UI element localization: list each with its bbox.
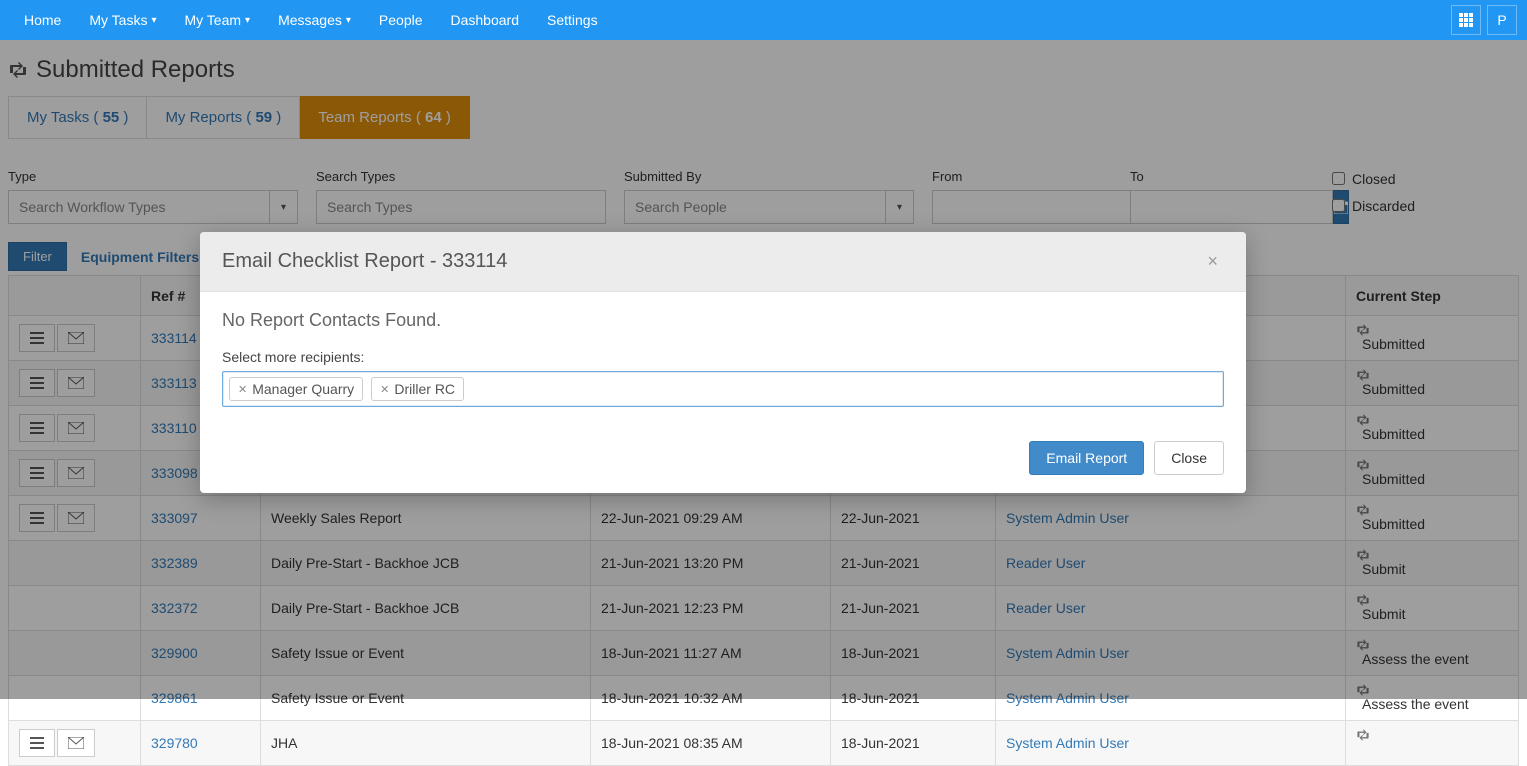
chevron-down-icon: ▾ [151,15,156,26]
mail-icon [68,737,84,749]
select-recipients-label: Select more recipients: [222,349,1224,365]
email-button[interactable] [57,729,95,757]
date-cell: 18-Jun-2021 [831,721,996,766]
grid-apps-button[interactable] [1451,5,1481,35]
nav-item-my-team[interactable]: My Team▾ [170,0,264,40]
nav-item-dashboard[interactable]: Dashboard [437,0,534,40]
recipients-input[interactable]: ✕ Manager Quarry ✕ Driller RC [222,371,1224,407]
user-cell: System Admin User [996,721,1346,766]
view-button[interactable] [19,729,55,757]
user-initial: P [1497,12,1506,28]
retweet-icon [1356,729,1508,741]
type-cell: JHA [261,721,591,766]
nav-item-messages[interactable]: Messages▾ [264,0,365,40]
chevron-down-icon: ▾ [346,15,351,26]
modal-title: Email Checklist Report - 333114 [222,250,507,273]
table-row: 329780 JHA18-Jun-2021 08:35 AM18-Jun-2021… [9,721,1519,766]
navbar: HomeMy Tasks▾My Team▾Messages▾PeopleDash… [0,0,1527,40]
user-menu-button[interactable]: P [1487,5,1517,35]
ref-link[interactable]: 329780 [151,735,198,751]
no-contacts-message: No Report Contacts Found. [222,310,1224,331]
nav-left: HomeMy Tasks▾My Team▾Messages▾PeopleDash… [10,0,612,40]
email-report-button[interactable]: Email Report [1029,441,1144,475]
close-icon: × [1207,251,1218,271]
nav-right: P [1451,5,1517,35]
actions-cell [9,721,141,766]
close-button[interactable]: Close [1154,441,1224,475]
user-link[interactable]: System Admin User [1006,735,1129,751]
modal-footer: Email Report Close [200,431,1246,493]
nav-item-my-tasks[interactable]: My Tasks▾ [75,0,170,40]
modal-header: Email Checklist Report - 333114 × [200,232,1246,292]
chip-label: Manager Quarry [252,381,354,397]
email-report-modal: Email Checklist Report - 333114 × No Rep… [200,232,1246,493]
nav-item-settings[interactable]: Settings [533,0,612,40]
nav-item-people[interactable]: People [365,0,437,40]
remove-chip-icon[interactable]: ✕ [380,383,389,396]
nav-item-home[interactable]: Home [10,0,75,40]
chevron-down-icon: ▾ [245,15,250,26]
recipient-chip: ✕ Manager Quarry [229,377,363,401]
recipient-chip: ✕ Driller RC [371,377,464,401]
modal-body: No Report Contacts Found. Select more re… [200,292,1246,431]
chip-label: Driller RC [394,381,455,397]
grid-icon [1459,13,1473,27]
remove-chip-icon[interactable]: ✕ [238,383,247,396]
list-icon [30,737,44,749]
submitted-at-cell: 18-Jun-2021 08:35 AM [591,721,831,766]
modal-close-button[interactable]: × [1201,250,1224,273]
step-cell [1346,721,1519,766]
